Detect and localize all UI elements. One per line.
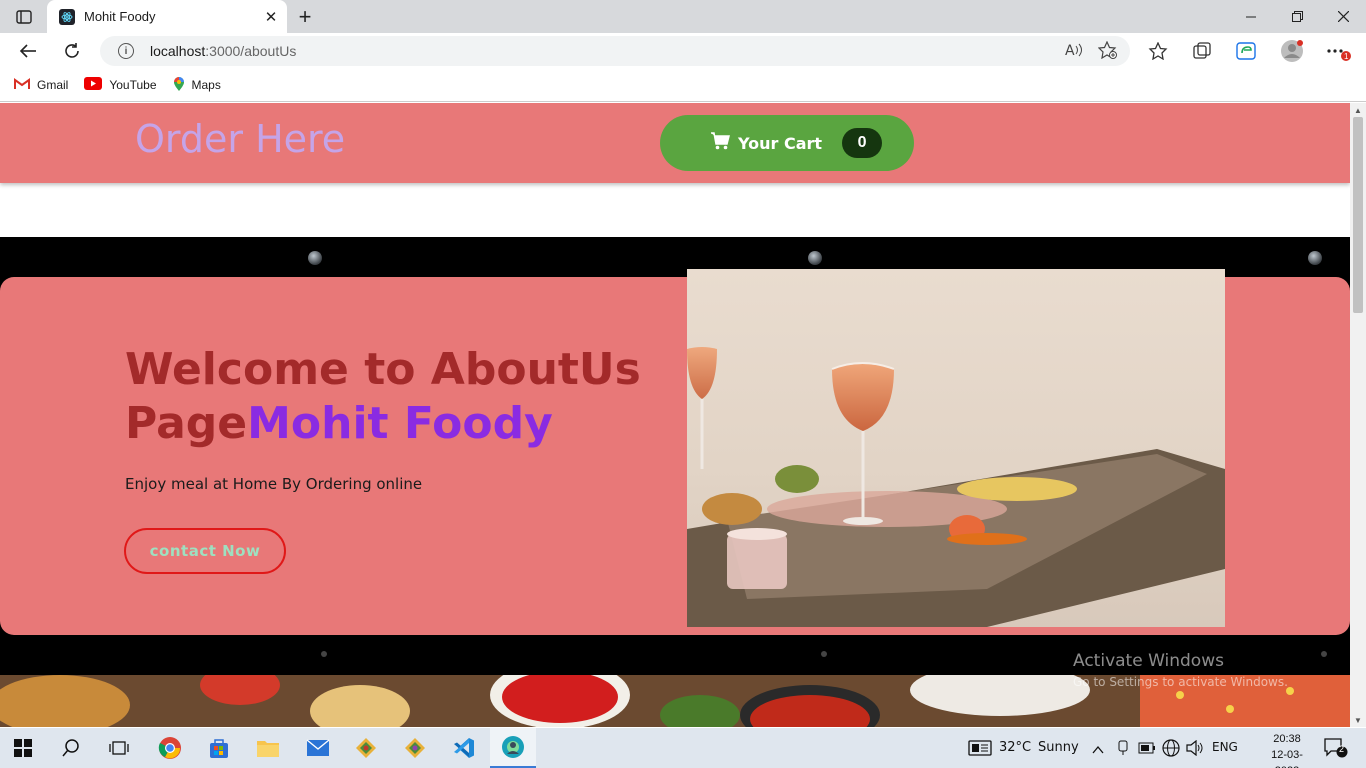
site-title[interactable]: Order Here <box>135 117 345 161</box>
store-icon[interactable] <box>196 728 242 768</box>
address-bar[interactable]: i localhost:3000/aboutUs A <box>100 36 1130 66</box>
windows-taskbar: 32°C Sunny ENG 20:38 12-03-2023 2 <box>0 728 1366 768</box>
network-icon[interactable] <box>1162 739 1180 762</box>
profile-avatar-icon[interactable] <box>1279 39 1305 63</box>
restore-icon[interactable] <box>1274 0 1320 33</box>
git-app-icon[interactable] <box>392 728 438 768</box>
scroll-up-icon[interactable]: ▲ <box>1350 103 1366 117</box>
contact-now-button[interactable]: contact Now <box>124 528 286 574</box>
url-host: localhost <box>150 43 206 59</box>
add-favorite-icon[interactable] <box>1097 40 1118 64</box>
tray-app-icon[interactable] <box>1116 740 1130 761</box>
bookmark-label: YouTube <box>109 78 157 92</box>
volume-icon[interactable] <box>1186 739 1204 761</box>
task-view-icon[interactable] <box>96 728 142 768</box>
read-aloud-icon[interactable]: A <box>1064 41 1084 64</box>
maps-icon <box>173 76 185 95</box>
tab-close-icon[interactable]: ✕ <box>259 5 283 29</box>
clock-time: 20:38 <box>1273 733 1301 745</box>
refresh-icon[interactable] <box>57 37 87 65</box>
hero-subtitle: Enjoy meal at Home By Ordering online <box>125 475 423 493</box>
edge-browser-icon[interactable] <box>490 728 536 768</box>
browser-tab-bar: Mohit Foody ✕ + <box>0 0 1366 33</box>
page-viewport: Order Here Your Cart 0 Welcome to AboutU… <box>0 103 1350 727</box>
site-header: Order Here Your Cart 0 <box>0 103 1350 183</box>
tab-title: Mohit Foody <box>84 9 156 24</box>
notifications-icon[interactable] <box>1324 738 1348 763</box>
close-window-icon[interactable] <box>1320 0 1366 33</box>
battery-icon[interactable] <box>1138 741 1156 760</box>
weather-temperature[interactable]: 32°C <box>999 740 1031 755</box>
dot-decoration <box>1321 651 1327 657</box>
taskbar-clock[interactable]: 20:38 12-03-2023 <box>1262 731 1312 768</box>
bookmark-label: Maps <box>191 78 221 92</box>
site-info-icon[interactable]: i <box>118 43 134 59</box>
hero-heading-brand: Mohit Foody <box>247 398 553 449</box>
activate-windows-watermark: Activate Windows Go to Settings to activ… <box>1073 651 1288 689</box>
bookmark-gmail[interactable]: Gmail <box>14 77 69 93</box>
browser-toolbar: i localhost:3000/aboutUs A 1 <box>0 33 1366 69</box>
spoon-decoration <box>1308 251 1322 265</box>
watermark-title: Activate Windows <box>1073 651 1224 671</box>
hero-heading-line1: Welcome to AboutUs <box>125 344 641 395</box>
hero-food-image <box>687 269 1225 627</box>
dot-decoration <box>821 651 827 657</box>
react-icon <box>59 8 75 25</box>
favorites-icon[interactable] <box>1145 39 1171 63</box>
minimize-icon[interactable] <box>1228 0 1274 33</box>
svg-text:A: A <box>1065 43 1075 59</box>
scroll-down-icon[interactable]: ▼ <box>1350 713 1366 727</box>
dot-decoration <box>321 651 327 657</box>
spoon-decoration <box>808 251 822 265</box>
mail-icon[interactable] <box>295 728 341 768</box>
back-icon[interactable] <box>13 37 43 65</box>
weather-description[interactable]: Sunny <box>1038 740 1079 755</box>
cart-count-badge: 0 <box>842 128 883 158</box>
page-scrollbar[interactable]: ▲ ▼ <box>1350 103 1366 727</box>
cart-label: Your Cart <box>738 133 823 153</box>
edge-icon[interactable] <box>1233 39 1259 63</box>
gmail-icon <box>14 77 30 93</box>
windows-start-icon[interactable] <box>0 728 46 768</box>
bookmark-maps[interactable]: Maps <box>173 76 221 95</box>
chrome-icon[interactable] <box>147 728 193 768</box>
new-tab-button[interactable]: + <box>292 4 318 30</box>
clock-date: 12-03-2023 <box>1271 749 1303 768</box>
language-indicator[interactable]: ENG <box>1212 740 1238 754</box>
file-explorer-icon[interactable] <box>245 728 291 768</box>
collections-icon[interactable] <box>1189 39 1215 63</box>
git-app-icon[interactable] <box>343 728 389 768</box>
more-options-icon[interactable]: 1 <box>1325 39 1351 63</box>
bookmark-label: Gmail <box>37 78 69 92</box>
cart-button[interactable]: Your Cart 0 <box>660 115 914 171</box>
search-icon[interactable] <box>48 728 94 768</box>
notification-count: 2 <box>1339 744 1345 754</box>
browser-tab[interactable]: Mohit Foody ✕ <box>47 0 287 33</box>
weather-icon[interactable] <box>968 740 992 761</box>
bookmarks-bar: Gmail YouTube Maps <box>0 69 1366 102</box>
youtube-icon <box>84 77 103 93</box>
scroll-thumb[interactable] <box>1353 117 1363 313</box>
chevron-up-icon[interactable] <box>1092 742 1104 760</box>
hero-heading: Welcome to AboutUs PageMohit Foody <box>125 343 665 451</box>
hero-heading-page: Page <box>125 398 248 449</box>
bookmark-youtube[interactable]: YouTube <box>84 77 157 93</box>
notification-badge: 1 <box>1344 52 1349 61</box>
tab-actions-icon[interactable] <box>10 6 38 28</box>
spoon-decoration <box>308 251 322 265</box>
vscode-icon[interactable] <box>441 728 487 768</box>
cart-icon <box>710 131 730 155</box>
watermark-subtitle: Go to Settings to activate Windows. <box>1073 675 1288 689</box>
url-path: :3000/aboutUs <box>205 43 297 59</box>
